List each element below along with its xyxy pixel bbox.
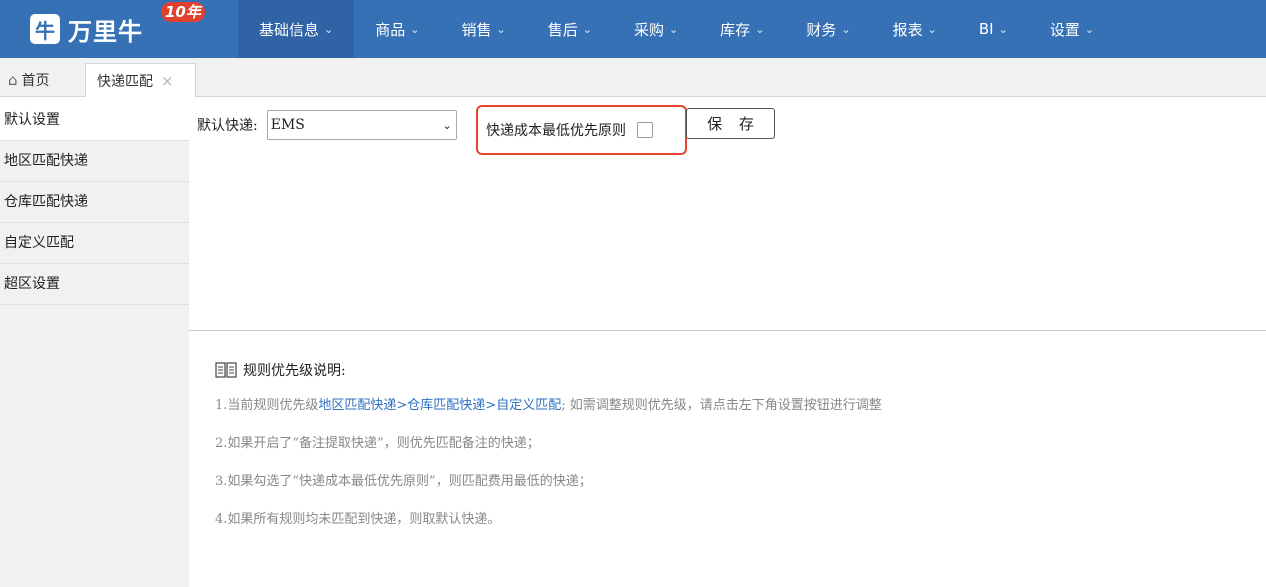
nav-item-reports[interactable]: 报表 ⌄ [872, 0, 958, 58]
sidebar-item-region-matching[interactable]: 地区匹配快递 [0, 141, 189, 182]
note-line-1: 1.当前规则优先级地区匹配快递>仓库匹配快递>自定义匹配; 如需调整规则优先级，… [215, 397, 1255, 415]
lowest-cost-rule-highlight: 快递成本最低优先原则 [476, 105, 687, 155]
nav-item-sales[interactable]: 销售 ⌄ [440, 0, 526, 58]
nav-item-purchase[interactable]: 采购 ⌄ [613, 0, 699, 58]
tab-express-matching[interactable]: 快递匹配 × [85, 63, 196, 97]
chevron-down-icon: ⌄ [755, 22, 765, 36]
rule-priority-link[interactable]: 地区匹配快递>仓库匹配快递>自定义匹配 [318, 398, 561, 413]
chevron-down-icon: ⌄ [442, 118, 452, 132]
chevron-down-icon: ⌄ [998, 22, 1008, 36]
chevron-down-icon: ⌄ [927, 22, 937, 36]
notes-title: 规则优先级说明: [215, 360, 1255, 380]
tab-home[interactable]: ⌂ 首页 [8, 63, 50, 97]
note-line-1-prefix: 1.当前规则优先级 [215, 398, 319, 413]
main-content: 默认快递: EMS ⌄ 快递成本最低优先原则 保 存 规则优先级说明: 1.当前… [189, 100, 1266, 587]
rule-priority-notes: 规则优先级说明: 1.当前规则优先级地区匹配快递>仓库匹配快递>自定义匹配; 如… [215, 360, 1255, 529]
nav-item-inventory[interactable]: 库存 ⌄ [699, 0, 785, 58]
tab-express-matching-label: 快递匹配 [97, 73, 153, 90]
sidebar-item-default-settings[interactable]: 默认设置 [0, 100, 189, 141]
note-line-3: 3.如果勾选了“快递成本最低优先原则”，则匹配费用最低的快递； [215, 474, 592, 489]
lowest-cost-rule-label: 快递成本最低优先原则 [486, 123, 626, 139]
note-line-2: 2.如果开启了“备注提取快递”，则优先匹配备注的快递； [215, 436, 540, 451]
chevron-down-icon: ⌄ [324, 22, 334, 36]
chevron-down-icon: ⌄ [410, 22, 420, 36]
default-express-label: 默认快递: [197, 118, 258, 134]
save-button[interactable]: 保 存 [686, 108, 775, 139]
chevron-down-icon: ⌄ [582, 22, 592, 36]
nav-item-bi[interactable]: BI ⌄ [958, 0, 1029, 58]
sidebar: 默认设置 地区匹配快递 仓库匹配快递 自定义匹配 超区设置 [0, 100, 189, 587]
divider [189, 330, 1266, 331]
nav-item-finance[interactable]: 财务 ⌄ [785, 0, 871, 58]
page-tabs: ⌂ 首页 快递匹配 × [0, 58, 1266, 97]
chevron-down-icon: ⌄ [841, 22, 851, 36]
nav-item-after-sales[interactable]: 售后 ⌄ [527, 0, 613, 58]
brand-logo[interactable]: 牛 万里牛 10年 [0, 0, 238, 58]
book-icon [215, 362, 237, 378]
anniversary-badge: 10年 [161, 2, 205, 22]
chevron-down-icon: ⌄ [668, 22, 679, 36]
chevron-down-icon: ⌄ [496, 22, 506, 36]
nav-item-settings[interactable]: 设置 ⌄ [1029, 0, 1115, 58]
sidebar-item-out-of-area[interactable]: 超区设置 [0, 264, 189, 305]
lowest-cost-rule-checkbox[interactable] [637, 122, 653, 138]
tab-home-label: 首页 [21, 73, 50, 89]
brand-mark-icon: 牛 [30, 14, 60, 44]
note-line-1-suffix: ; 如需调整规则优先级，请点击左下角设置按钮进行调整 [561, 398, 882, 413]
close-icon[interactable]: × [161, 72, 174, 90]
nav-item-goods[interactable]: 商品 ⌄ [354, 0, 440, 58]
home-icon: ⌂ [8, 71, 18, 89]
default-express-form: 默认快递: EMS ⌄ 快递成本最低优先原则 保 存 [197, 105, 775, 155]
default-express-value: EMS [270, 117, 305, 133]
chevron-down-icon: ⌄ [1084, 22, 1095, 36]
sidebar-item-custom-matching[interactable]: 自定义匹配 [0, 223, 189, 264]
note-line-4: 4.如果所有规则均未匹配到快递，则取默认快递。 [215, 512, 501, 527]
brand-name: 万里牛 [68, 17, 143, 46]
top-nav-bar: 牛 万里牛 10年 基础信息 ⌄ 商品 ⌄ 销售 ⌄ 售后 ⌄ 采购 ⌄ 库存 ⌄ 财务 ⌄ … [0, 0, 1266, 58]
sidebar-item-warehouse-matching[interactable]: 仓库匹配快递 [0, 182, 189, 223]
notes-title-text: 规则优先级说明: [243, 363, 346, 379]
main-menu: 基础信息 ⌄ 商品 ⌄ 销售 ⌄ 售后 ⌄ 采购 ⌄ 库存 ⌄ 财务 ⌄ 报表 ⌄ BI ⌄ 设置… [238, 0, 1115, 58]
nav-item-basic-info[interactable]: 基础信息 ⌄ [238, 0, 355, 58]
default-express-select[interactable]: EMS ⌄ [266, 110, 457, 140]
